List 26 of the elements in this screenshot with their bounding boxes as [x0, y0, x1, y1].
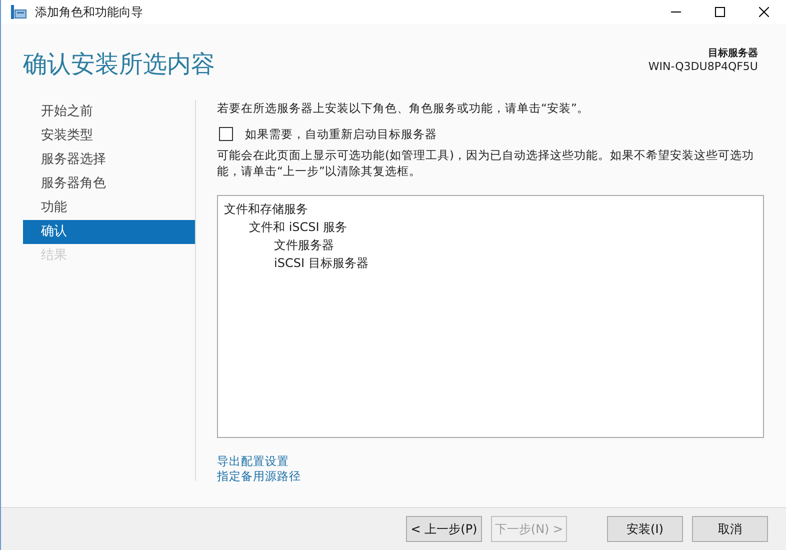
- checkbox-label: 如果需要，自动重新启动目标服务器: [245, 126, 437, 142]
- sidebar-item[interactable]: 开始之前: [23, 100, 195, 124]
- tree-item: 文件和存储服务: [224, 201, 309, 218]
- sidebar-item[interactable]: 服务器角色: [23, 172, 195, 196]
- tree-item: 文件服务器: [274, 237, 335, 254]
- link[interactable]: 导出配置设置: [217, 454, 289, 469]
- maximize-icon: [715, 7, 725, 17]
- sidebar-item[interactable]: 确认: [23, 220, 195, 244]
- restart-checkbox[interactable]: [219, 127, 233, 141]
- server-name: WIN-Q3DU8P4QF5U: [648, 60, 758, 73]
- wizard-button[interactable]: < 上一步(P): [406, 516, 482, 542]
- sidebar-item[interactable]: 服务器选择: [23, 148, 195, 172]
- sidebar-item[interactable]: 功能: [23, 196, 195, 220]
- wizard-button[interactable]: 安装(I): [607, 516, 683, 542]
- app-icon: [11, 5, 27, 19]
- close-icon: [759, 7, 769, 17]
- note-text: 可能会在此页面上显示可选功能(如管理工具)，因为已自动选择这些功能。如果不希望安装这些可选功能，请单击“上一步”以清除其复选框。: [217, 147, 755, 179]
- intro-text: 若要在所选服务器上安装以下角色、角色服务或功能，请单击“安装”。: [217, 100, 590, 116]
- page-title: 确认安装所选内容: [23, 49, 215, 80]
- tree-item: 文件和 iSCSI 服务: [249, 219, 348, 236]
- wizard-button[interactable]: 取消: [692, 516, 768, 542]
- sidebar-item[interactable]: 安装类型: [23, 124, 195, 148]
- tree-item: iSCSI 目标服务器: [274, 255, 370, 272]
- server-label: 目标服务器: [707, 46, 758, 60]
- link[interactable]: 指定备用源路径: [217, 469, 301, 484]
- window-title: 添加角色和功能向导: [35, 4, 143, 20]
